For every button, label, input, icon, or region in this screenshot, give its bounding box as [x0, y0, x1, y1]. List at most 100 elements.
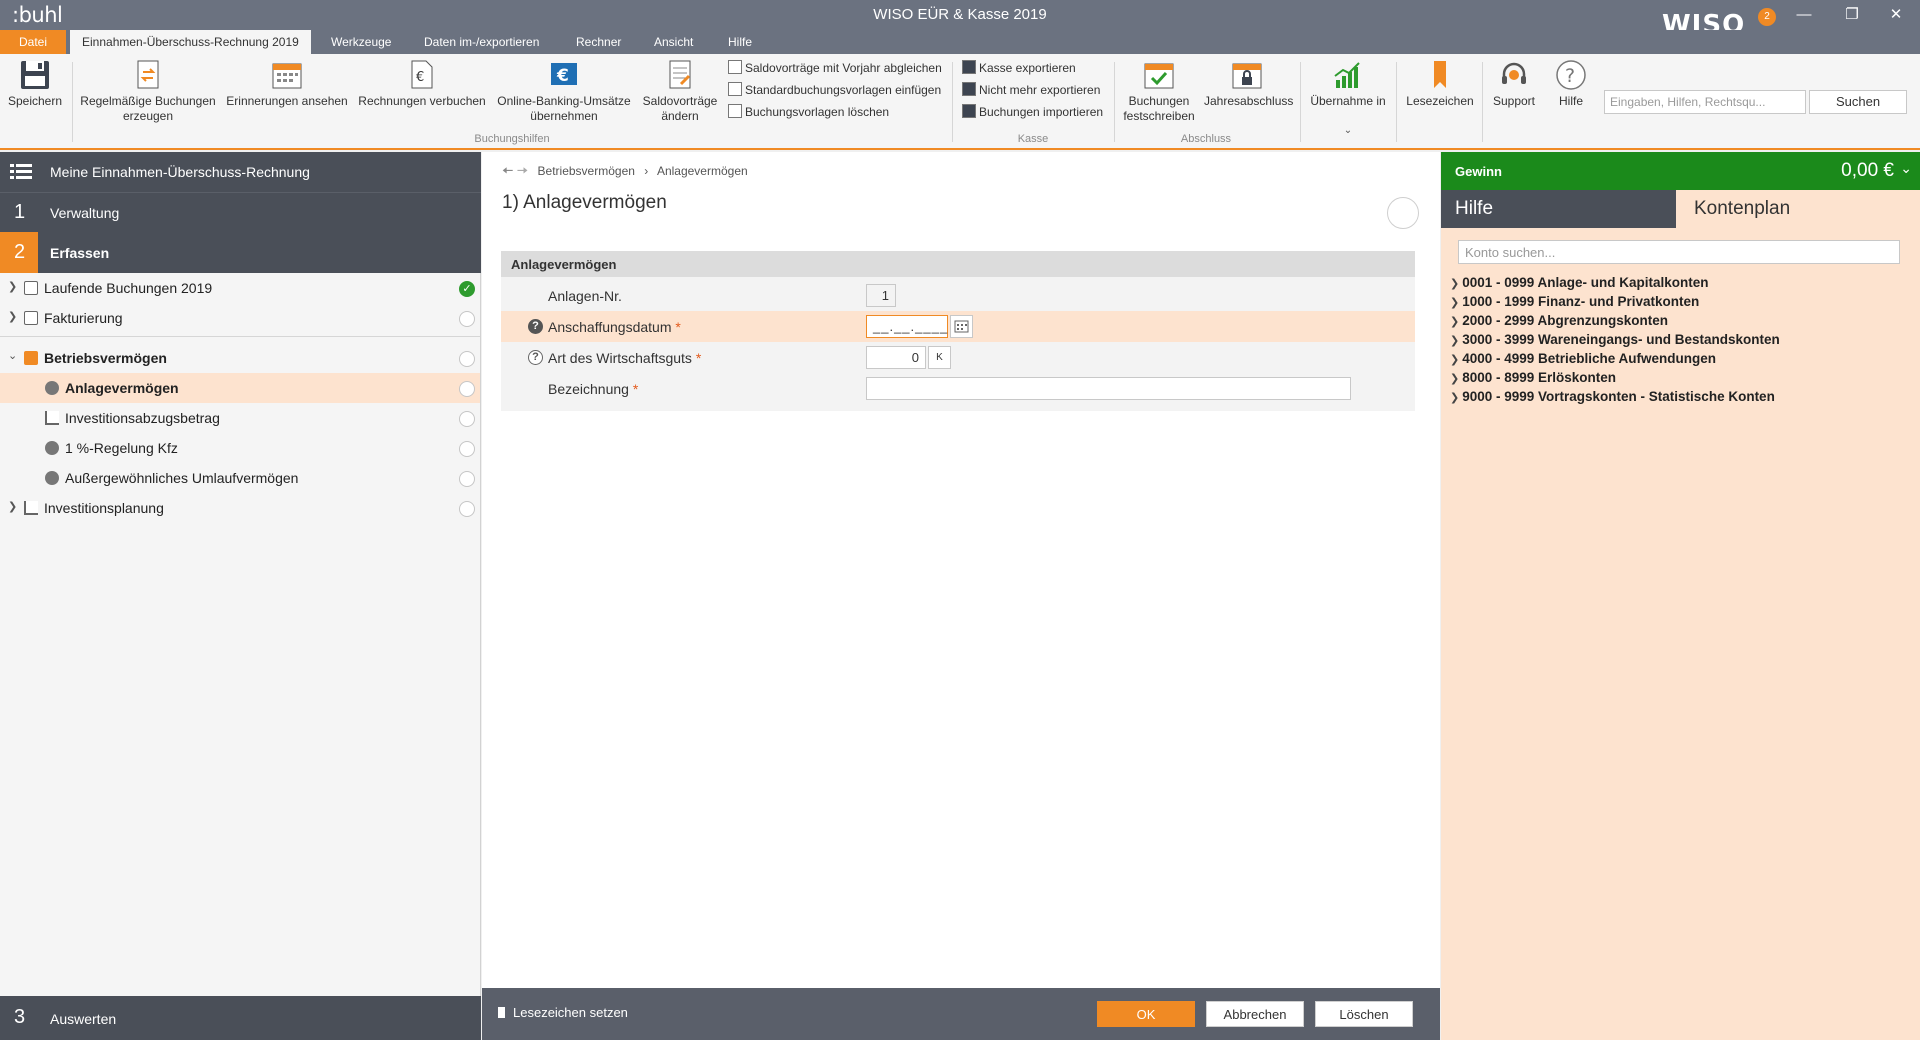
saldovortraege-aendern-button[interactable]: Saldovorträge ändern — [638, 58, 722, 124]
export-icon — [962, 60, 976, 74]
tab-daten-im-exportieren[interactable]: Daten im-/exportieren — [412, 30, 551, 54]
chevron-right-icon[interactable]: ❯ — [8, 500, 17, 513]
tab-kontenplan[interactable]: Kontenplan — [1676, 190, 1920, 228]
ok-button[interactable]: OK — [1097, 1001, 1195, 1027]
erinnerungen-button[interactable]: Erinnerungen ansehen — [224, 58, 350, 109]
restore-icon[interactable]: ❐ — [1832, 3, 1872, 27]
delete-button[interactable]: Löschen — [1315, 1001, 1413, 1027]
breadcrumb-item[interactable]: Betriebsvermögen — [538, 164, 635, 178]
bookmark-icon — [1434, 61, 1446, 88]
konto-group-item[interactable]: ❯ 4000 - 4999 Betriebliche Aufwendungen — [1450, 351, 1716, 366]
tree-item-umlaufvermoegen[interactable]: Außergewöhnliches Umlaufvermögen — [0, 463, 480, 493]
tree-item-1-prozent-regelung[interactable]: 1 %-Regelung Kfz — [0, 433, 480, 463]
tree-item-investitionsabzugsbetrag[interactable]: Investitionsabzugsbetrag — [0, 403, 480, 433]
nav-header[interactable]: Meine Einnahmen-Überschuss-Rechnung — [0, 152, 481, 192]
tree-item-anlagevermoegen[interactable]: Anlagevermögen — [0, 373, 480, 403]
back-arrow-icon[interactable]: 🠤 — [502, 162, 513, 178]
forward-arrow-icon[interactable]: 🠦 — [517, 162, 528, 178]
standardbuchungsvorlagen-button[interactable]: Standardbuchungsvorlagen einfügen — [728, 80, 941, 100]
chevron-down-icon[interactable]: ⌄ — [1306, 123, 1390, 138]
bezeichnung-field[interactable] — [866, 377, 1351, 400]
anlagen-nr-field: 1 — [866, 284, 896, 307]
chevron-right-icon[interactable]: ❯ — [8, 310, 17, 323]
close-icon[interactable]: ✕ — [1876, 3, 1916, 27]
window-title: WISO EÜR & Kasse 2019 — [873, 6, 1047, 23]
ribbon-separator — [1396, 62, 1397, 142]
house-icon — [24, 351, 38, 365]
chevron-down-icon[interactable]: ⌄ — [1900, 160, 1912, 177]
step-number: 1 — [14, 201, 26, 223]
tree-item-fakturierung[interactable]: ❯ Fakturierung — [0, 303, 480, 333]
konto-group-item[interactable]: ❯ 9000 - 9999 Vortragskonten - Statistisc… — [1450, 389, 1775, 404]
ribbon-separator — [952, 62, 953, 142]
save-button-label: Speichern — [7, 94, 63, 108]
buchungen-importieren-button[interactable]: Buchungen importieren — [962, 102, 1103, 122]
global-search-input[interactable] — [1604, 90, 1806, 114]
buchungen-festschreiben-button[interactable]: Buchungen festschreiben — [1120, 58, 1198, 124]
tab-hilfe-panel[interactable]: Hilfe — [1441, 190, 1676, 228]
minimize-icon[interactable]: — — [1784, 3, 1824, 27]
uebernahme-button[interactable]: Übernahme in ⌄ — [1306, 58, 1390, 138]
tab-datei[interactable]: Datei — [0, 30, 66, 54]
menu-icon[interactable] — [10, 164, 32, 180]
tree-item-laufende-buchungen[interactable]: ❯ Laufende Buchungen 2019 ✓ — [0, 273, 480, 303]
step-label: Erfassen — [50, 245, 110, 261]
anschaffungsdatum-field[interactable]: __.__.____ — [866, 315, 948, 338]
tree-item-betriebsvermoegen[interactable]: ⌄ Betriebsvermögen — [0, 343, 480, 373]
anschaffungsdatum-label: Anschaffungsdatum * — [548, 319, 681, 335]
online-banking-button[interactable]: € Online-Banking-Umsätze übernehmen — [494, 58, 634, 124]
support-label: Support — [1492, 94, 1536, 108]
art-field[interactable]: 0 — [866, 346, 926, 369]
regelmaessige-buchungen-button[interactable]: Regelmäßige Buchungen erzeugen — [80, 58, 216, 124]
buchungsvorlagen-loeschen-label: Buchungsvorlagen löschen — [745, 105, 890, 119]
tree-item-label: Außergewöhnliches Umlaufvermögen — [65, 470, 299, 486]
search-button[interactable]: Suchen — [1809, 90, 1907, 114]
rechnungen-label: Rechnungen verbuchen — [358, 94, 486, 108]
breadcrumb-item[interactable]: Anlagevermögen — [657, 164, 748, 178]
saldovortraege-abgleichen-button[interactable]: Saldovorträge mit Vorjahr abgleichen — [728, 58, 942, 78]
ribbon: Speichern Regelmäßige Buchungen erzeugen… — [0, 54, 1920, 150]
kasse-exportieren-label: Kasse exportieren — [979, 61, 1076, 75]
buchungsvorlagen-loeschen-button[interactable]: Buchungsvorlagen löschen — [728, 102, 889, 122]
tab-hilfe[interactable]: Hilfe — [716, 30, 764, 54]
chevron-right-icon: ❯ — [1450, 316, 1460, 328]
konto-group-item[interactable]: ❯ 3000 - 3999 Wareneingangs- und Bestands… — [1450, 332, 1780, 347]
nicht-mehr-exportieren-button[interactable]: Nicht mehr exportieren — [962, 80, 1100, 100]
step-auswerten[interactable]: 3 Auswerten — [0, 996, 481, 1040]
calendar-picker-icon[interactable] — [950, 315, 973, 338]
tab-werkzeuge[interactable]: Werkzeuge — [319, 30, 403, 54]
cancel-button[interactable]: Abbrechen — [1206, 1001, 1304, 1027]
tree-item-investitionsplanung[interactable]: ❯ Investitionsplanung — [0, 493, 480, 523]
line-chart-icon — [45, 411, 59, 425]
kasse-exportieren-button[interactable]: Kasse exportieren — [962, 58, 1076, 78]
lesezeichen-setzen-button[interactable]: Lesezeichen setzen — [498, 1005, 628, 1020]
bezeichnung-label: Bezeichnung * — [548, 381, 638, 397]
konto-group-item[interactable]: ❯ 1000 - 1999 Finanz- und Privatkonten — [1450, 294, 1699, 309]
jahresabschluss-button[interactable]: Jahresabschluss — [1204, 58, 1293, 109]
tab-euer-2019[interactable]: Einnahmen-Überschuss-Rechnung 2019 — [70, 30, 311, 54]
step-erfassen[interactable]: 2 Erfassen — [0, 232, 481, 273]
step-verwaltung[interactable]: 1 Verwaltung — [0, 192, 481, 232]
lesezeichen-button[interactable]: Lesezeichen — [1402, 58, 1478, 109]
help-icon[interactable]: ? — [528, 319, 543, 334]
art-lookup-button[interactable]: K — [928, 346, 951, 369]
row-art-wirtschaftsgut: ? Art des Wirtschaftsguts * 0 K — [501, 342, 1415, 373]
konto-group-item[interactable]: ❯ 0001 - 0999 Anlage- und Kapitalkonten — [1450, 275, 1709, 290]
tab-ansicht[interactable]: Ansicht — [642, 30, 705, 54]
row-bezeichnung: Bezeichnung * — [501, 373, 1415, 404]
chevron-right-icon[interactable]: ❯ — [8, 280, 17, 293]
rechnungen-verbuchen-button[interactable]: € Rechnungen verbuchen — [356, 58, 488, 109]
invoice-icon — [24, 311, 38, 325]
gewinn-label: Gewinn — [1455, 164, 1502, 179]
hilfe-button[interactable]: ? Hilfe — [1546, 58, 1596, 109]
save-button[interactable]: Speichern — [4, 58, 66, 109]
konto-group-item[interactable]: ❯ 2000 - 2999 Abgrenzungskonten — [1450, 313, 1668, 328]
gewinn-bar[interactable]: Gewinn 0,00 € ⌄ — [1441, 152, 1920, 190]
konto-search-input[interactable] — [1458, 240, 1900, 264]
support-button[interactable]: Support — [1486, 58, 1542, 109]
chevron-down-icon[interactable]: ⌄ — [8, 349, 17, 362]
tab-rechner[interactable]: Rechner — [564, 30, 633, 54]
help-icon[interactable]: ? — [528, 350, 543, 365]
konto-group-item[interactable]: ❯ 8000 - 8999 Erlöskonten — [1450, 370, 1616, 385]
konto-group-label: 4000 - 4999 Betriebliche Aufwendungen — [1462, 351, 1717, 366]
